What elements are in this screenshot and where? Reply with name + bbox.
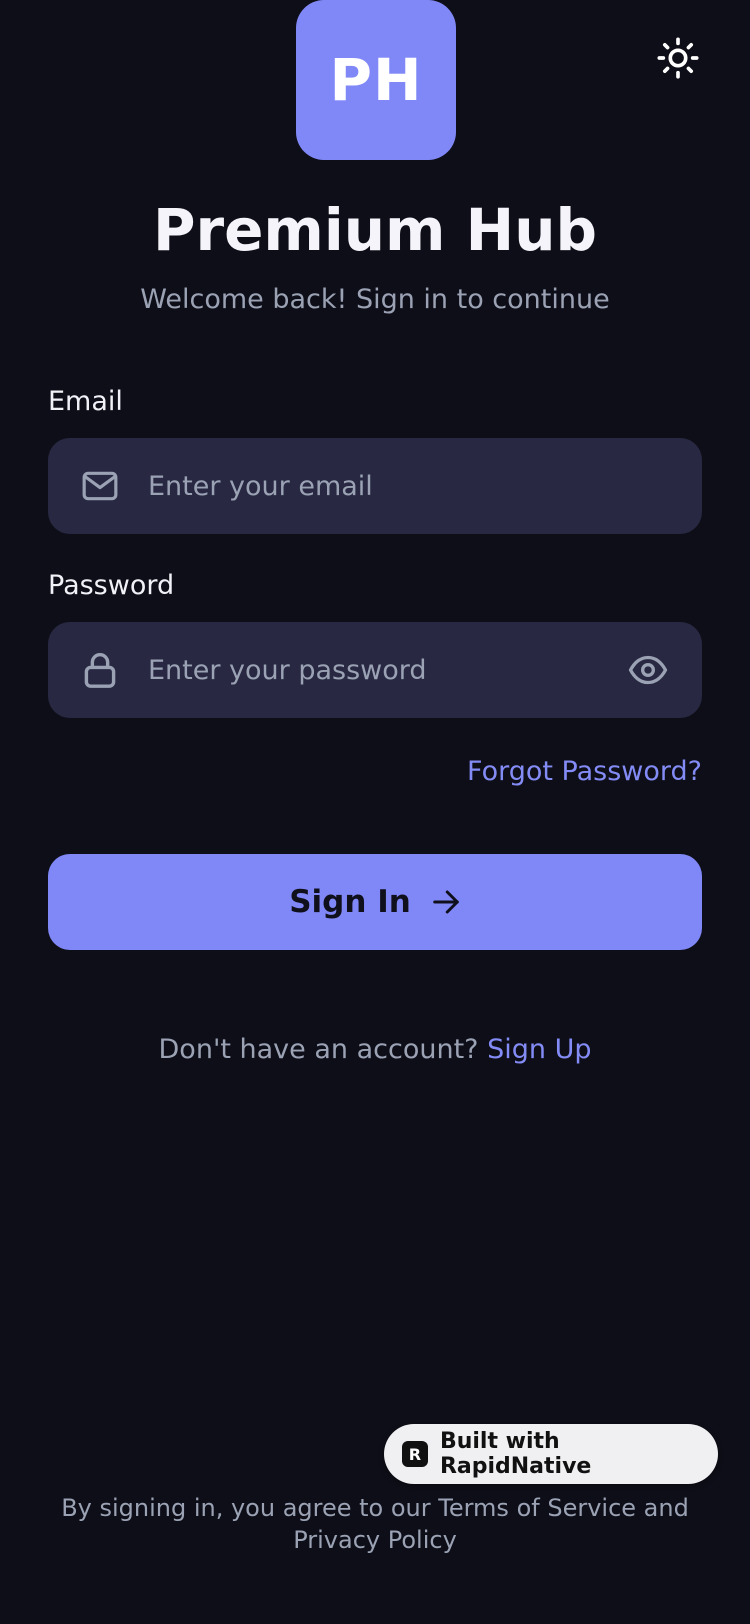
page-title: Premium Hub — [152, 196, 598, 264]
forgot-password-link[interactable]: Forgot Password? — [467, 752, 702, 792]
sun-icon — [657, 37, 699, 79]
page-subtitle: Welcome back! Sign in to continue — [140, 284, 610, 315]
built-with-badge[interactable]: R Built with RapidNative — [384, 1424, 718, 1484]
email-field-container[interactable] — [48, 438, 702, 534]
email-input[interactable] — [146, 438, 626, 534]
password-field-container[interactable] — [48, 622, 702, 718]
password-label: Password — [48, 570, 175, 601]
password-input[interactable] — [146, 622, 626, 718]
built-with-label: Built with RapidNative — [439, 1429, 592, 1479]
email-label: Email — [48, 386, 123, 417]
legal-notice: By signing in, you agree to our Terms of… — [61, 1494, 689, 1554]
mail-icon — [80, 468, 120, 504]
signup-prompt-row: Don't have an account? Sign Up — [0, 1030, 750, 1070]
sign-up-link[interactable]: Sign Up — [487, 1034, 591, 1065]
app-logo: PH — [296, 0, 456, 160]
lock-icon — [80, 652, 120, 688]
eye-icon — [628, 655, 668, 685]
signup-prompt-text: Don't have an account? — [158, 1034, 479, 1065]
rapidnative-logo-letter: R — [408, 1444, 422, 1464]
show-password-toggle[interactable] — [626, 648, 670, 692]
theme-toggle-button[interactable] — [650, 30, 706, 86]
logo-initials: PH — [329, 46, 423, 114]
sign-in-button[interactable]: Sign In — [48, 854, 702, 950]
arrow-right-icon — [431, 887, 461, 917]
rapidnative-logo-icon: R — [402, 1441, 428, 1467]
sign-in-label: Sign In — [289, 884, 411, 920]
